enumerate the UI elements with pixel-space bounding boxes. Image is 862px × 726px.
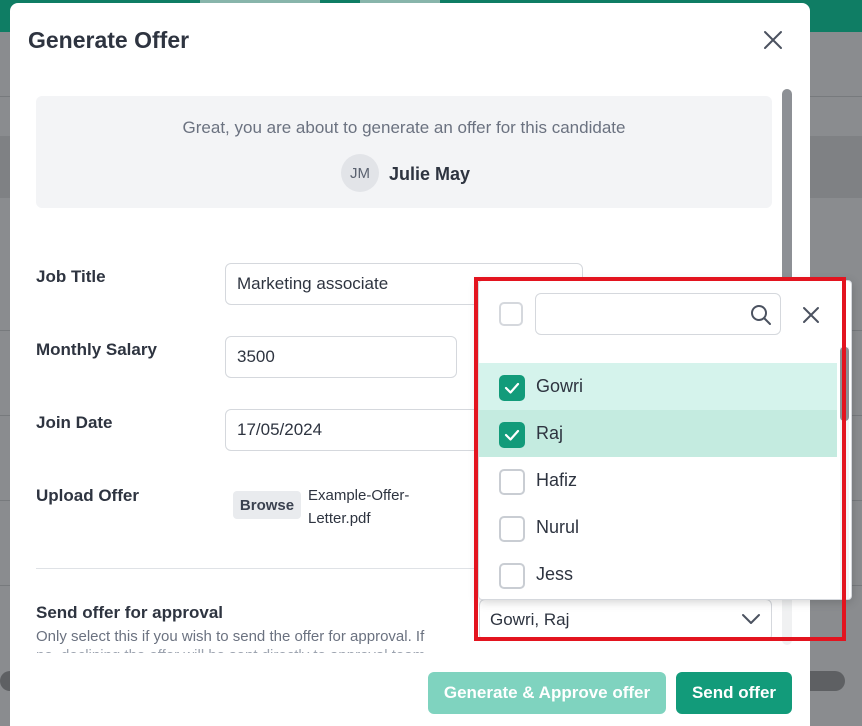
join-date-label: Join Date	[36, 413, 113, 432]
list-item[interactable]: Jess	[479, 551, 837, 598]
select-all-checkbox[interactable]	[499, 302, 523, 326]
monthly-salary-label: Monthly Salary	[36, 340, 157, 359]
candidate-intro-box: Great, you are about to generate an offe…	[36, 96, 772, 208]
list-item-label: Hafiz	[536, 470, 578, 490]
monthly-salary-input[interactable]: 3500	[225, 336, 457, 378]
browse-button[interactable]: Browse	[233, 491, 301, 519]
approvers-select-value: Gowri, Raj	[490, 610, 570, 629]
dropdown-search[interactable]	[535, 293, 781, 335]
approval-title: Send offer for approval	[36, 603, 224, 622]
list-item[interactable]: Hafiz	[479, 457, 837, 504]
job-title-label: Job Title	[36, 267, 106, 286]
approval-description-clipped: no, declining the offer will be sent dir…	[36, 647, 456, 653]
modal-scrollbar-thumb[interactable]	[782, 89, 792, 289]
approvers-dropdown: Gowri Raj Hafiz Nurul Jess	[478, 280, 852, 600]
candidate-name: Julie May	[389, 164, 471, 184]
search-icon	[750, 304, 772, 326]
list-item-label: Gowri	[536, 376, 584, 396]
approvers-select[interactable]: Gowri, Raj	[479, 599, 772, 641]
checkbox-checked[interactable]	[499, 375, 525, 401]
checkbox-checked[interactable]	[499, 422, 525, 448]
list-item-label: Jess	[536, 564, 574, 584]
dropdown-list: Gowri Raj Hafiz Nurul Jess	[479, 363, 837, 599]
file-name-line: Letter.pdf	[308, 510, 371, 527]
approval-description: Only select this if you wish to send the…	[36, 628, 425, 645]
intro-text: Great, you are about to generate an offe…	[182, 118, 626, 137]
join-date-input[interactable]: 17/05/2024	[225, 409, 485, 451]
checkbox[interactable]	[499, 563, 525, 589]
checkbox[interactable]	[499, 469, 525, 495]
dropdown-header	[479, 281, 851, 357]
upload-offer-label: Upload Offer	[36, 486, 139, 505]
dropdown-scrollbar-thumb[interactable]	[840, 347, 849, 421]
modal-title: Generate Offer	[28, 27, 190, 53]
close-icon[interactable]	[762, 29, 784, 51]
list-item[interactable]: Gowri	[479, 363, 837, 410]
uploaded-file-name: Example-Offer- Letter.pdf	[308, 484, 428, 530]
generate-approve-offer-button[interactable]: Generate & Approve offer	[428, 672, 666, 714]
list-item-label: Raj	[536, 423, 564, 443]
list-item[interactable]: Raj	[479, 410, 837, 457]
list-item-label: Nurul	[536, 517, 580, 537]
chevron-down-icon	[741, 610, 761, 630]
close-icon[interactable]	[801, 305, 821, 325]
file-name-line: Example-Offer-	[308, 487, 410, 504]
send-offer-button[interactable]: Send offer	[676, 672, 792, 714]
avatar: JM	[341, 154, 379, 192]
checkbox[interactable]	[499, 516, 525, 542]
list-item[interactable]: Nurul	[479, 504, 837, 551]
dropdown-search-input[interactable]	[544, 302, 744, 328]
